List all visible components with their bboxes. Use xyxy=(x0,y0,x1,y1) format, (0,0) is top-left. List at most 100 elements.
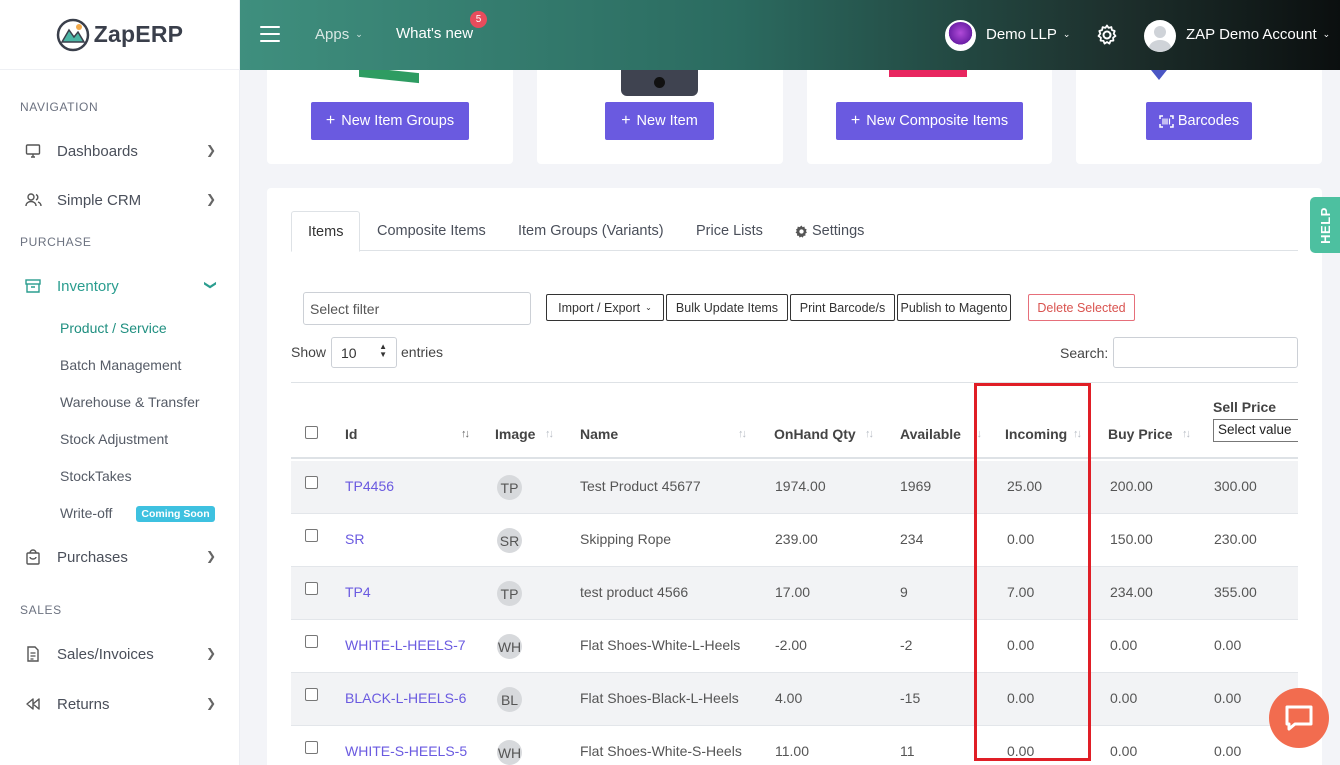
tab-item-groups[interactable]: Item Groups (Variants) xyxy=(518,211,664,251)
page-size-select[interactable]: 10 ▲ ▼ xyxy=(331,337,397,368)
sidebar-sub-writeoff[interactable]: Write-off Coming Soon xyxy=(60,505,215,522)
sidebar-sub-stocktakes[interactable]: StockTakes xyxy=(60,468,132,484)
cell-onhand: 17.00 xyxy=(775,584,811,600)
row-checkbox[interactable] xyxy=(305,529,318,542)
cell-id[interactable]: SR xyxy=(345,531,364,547)
barcodes-button[interactable]: Barcodes xyxy=(1146,102,1252,140)
notification-count-badge: 5 xyxy=(470,11,487,28)
new-item-groups-button[interactable]: + New Item Groups xyxy=(311,102,469,140)
cell-id[interactable]: TP4456 xyxy=(345,478,394,494)
sort-icon[interactable]: ↑↓ xyxy=(461,428,470,440)
cell-id[interactable]: WHITE-S-HEELS-5 xyxy=(345,743,467,759)
cell-available: 11 xyxy=(900,743,915,759)
sidebar-sub-stock-adjustment[interactable]: Stock Adjustment xyxy=(60,431,168,447)
select-all-checkbox[interactable] xyxy=(305,426,318,439)
sort-icon[interactable]: ↑↓ xyxy=(738,428,747,440)
cell-id[interactable]: TP4 xyxy=(345,584,371,600)
cell-id[interactable]: BLACK-L-HEELS-6 xyxy=(345,690,466,706)
col-incoming[interactable]: Incoming xyxy=(1005,426,1067,442)
col-id[interactable]: Id xyxy=(345,426,357,442)
cell-buy-price: 234.00 xyxy=(1110,584,1153,600)
item-thumbnail: TP xyxy=(497,475,522,500)
col-available[interactable]: Available xyxy=(900,426,961,442)
select-filter-input[interactable]: Select filter xyxy=(303,292,531,325)
table-header: Id ↑↓ Image ↑↓ Name ↑↓ OnHand Qty ↑↓ Ava… xyxy=(291,383,1298,459)
sort-icon[interactable]: ↑↓ xyxy=(1073,428,1082,440)
row-checkbox[interactable] xyxy=(305,688,318,701)
cell-buy-price: 150.00 xyxy=(1110,531,1153,547)
cell-sell-price: 300.00 xyxy=(1214,478,1257,494)
sidebar-item-label: Returns xyxy=(57,695,110,713)
button-label: New Composite Items xyxy=(866,113,1009,129)
tab-composite-items[interactable]: Composite Items xyxy=(377,211,486,251)
tab-items[interactable]: Items xyxy=(291,211,361,252)
cell-id[interactable]: WHITE-L-HEELS-7 xyxy=(345,637,466,653)
sell-price-filter-select[interactable]: Select value xyxy=(1213,419,1298,442)
sidebar-item-inventory[interactable]: Inventory ❯ xyxy=(0,266,239,306)
whats-new-link[interactable]: What's new xyxy=(396,25,473,42)
import-export-dropdown[interactable]: Import / Export ⌄ xyxy=(546,294,664,321)
zaperp-logo-icon xyxy=(56,18,90,51)
cell-name: Test Product 45677 xyxy=(580,478,701,494)
sort-icon[interactable]: ↑↓ xyxy=(1182,428,1191,440)
item-groups-illustration xyxy=(359,70,419,84)
tab-settings[interactable]: Settings xyxy=(795,211,864,251)
cell-onhand: 11.00 xyxy=(775,743,809,759)
table-row[interactable]: WH WHITE-S-HEELS-5 Flat Shoes-White-S-Heel… xyxy=(291,726,1298,765)
barcodes-illustration xyxy=(1151,70,1167,80)
row-checkbox[interactable] xyxy=(305,582,318,595)
item-thumbnail: WH xyxy=(497,634,522,659)
new-item-button[interactable]: + New Item xyxy=(605,102,714,140)
sort-icon[interactable]: ↑↓ xyxy=(865,428,874,440)
delete-selected-button[interactable]: Delete Selected xyxy=(1028,294,1135,321)
chat-button[interactable] xyxy=(1269,688,1329,748)
row-checkbox[interactable] xyxy=(305,476,318,489)
tab-price-lists[interactable]: Price Lists xyxy=(696,211,763,251)
tab-label: Settings xyxy=(812,223,865,239)
col-sell-price[interactable]: Sell Price xyxy=(1213,399,1276,415)
bulk-update-button[interactable]: Bulk Update Items xyxy=(666,294,788,321)
col-onhand[interactable]: OnHand Qty xyxy=(774,426,856,442)
publish-magento-button[interactable]: Publish to Magento xyxy=(897,294,1011,321)
company-avatar[interactable] xyxy=(945,20,976,51)
new-composite-items-button[interactable]: + New Composite Items xyxy=(836,102,1023,140)
sidebar-item-purchases[interactable]: Purchases ❯ xyxy=(0,537,239,577)
page-size-value: 10 xyxy=(341,345,357,361)
chevron-down-icon: ⌄ xyxy=(1322,29,1331,39)
row-checkbox[interactable] xyxy=(305,635,318,648)
row-checkbox[interactable] xyxy=(305,741,318,754)
sort-icon[interactable]: ↑↓ xyxy=(545,428,554,440)
sidebar-item-dashboards[interactable]: Dashboards ❯ xyxy=(0,131,239,171)
sort-icon[interactable]: ↑↓ xyxy=(973,428,982,440)
help-tab[interactable]: HELP xyxy=(1310,197,1340,253)
col-name[interactable]: Name xyxy=(580,426,618,442)
col-image[interactable]: Image xyxy=(495,426,535,442)
brand-logo[interactable]: ZapERP xyxy=(0,0,239,70)
company-switcher[interactable]: Demo LLP ⌄ xyxy=(986,26,1070,43)
chevron-right-icon: ❯ xyxy=(205,696,216,710)
user-menu[interactable]: ZAP Demo Account ⌄ xyxy=(1186,26,1330,43)
table-row[interactable]: TP TP4456 Test Product 45677 1974.00 1969 25.… xyxy=(291,461,1298,514)
table-row[interactable]: WH WHITE-L-HEELS-7 Flat Shoes-White-L-Heel… xyxy=(291,620,1298,673)
sidebar-sub-batch[interactable]: Batch Management xyxy=(60,357,181,373)
table-row[interactable]: SR SR Skipping Rope 239.00 234 0.00 150.00 230.… xyxy=(291,514,1298,567)
sidebar-item-sales-invoices[interactable]: Sales/Invoices ❯ xyxy=(0,634,239,674)
sidebar-sub-product-service[interactable]: Product / Service xyxy=(60,320,167,336)
item-illustration xyxy=(621,70,698,96)
user-avatar[interactable] xyxy=(1144,20,1176,52)
col-buy-price[interactable]: Buy Price xyxy=(1108,426,1173,442)
cell-onhand: 1974.00 xyxy=(775,478,826,494)
search-input[interactable] xyxy=(1113,337,1298,368)
table-row[interactable]: BL BLACK-L-HEELS-6 Flat Shoes-Black-L-Heel… xyxy=(291,673,1298,726)
gear-icon[interactable] xyxy=(1095,23,1119,47)
cell-onhand: 4.00 xyxy=(775,690,803,706)
print-barcode-button[interactable]: Print Barcode/s xyxy=(790,294,895,321)
menu-toggle-icon[interactable] xyxy=(260,26,280,42)
sidebar-item-crm[interactable]: Simple CRM ❯ xyxy=(0,180,239,220)
sidebar-sub-warehouse[interactable]: Warehouse & Transfer xyxy=(60,394,200,410)
cell-available: -15 xyxy=(900,690,921,706)
cell-name: Flat Shoes-White-L-Heels xyxy=(580,637,741,653)
apps-menu[interactable]: Apps ⌄ xyxy=(315,26,363,43)
sidebar-item-returns[interactable]: Returns ❯ xyxy=(0,684,239,724)
table-row[interactable]: TP TP4 test product 4566 17.00 9 7.00 234.00 35… xyxy=(291,567,1298,620)
